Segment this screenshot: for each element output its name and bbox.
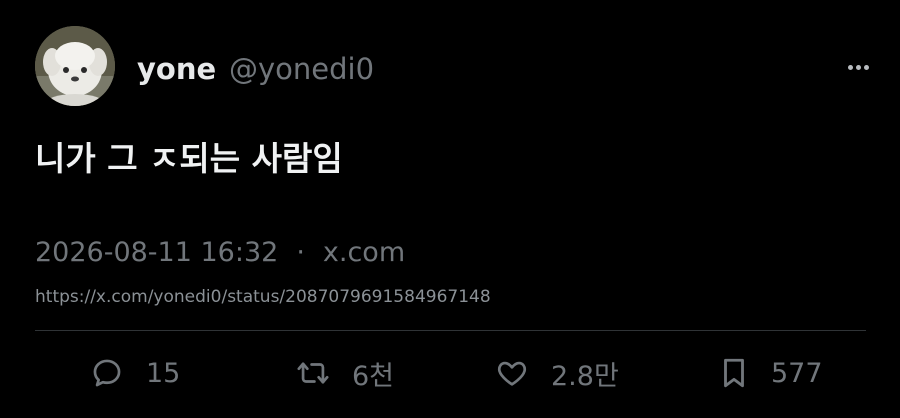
- reply-icon: [93, 359, 121, 387]
- retweet-button[interactable]: 6천: [296, 352, 394, 394]
- meta-separator: ·: [296, 237, 305, 268]
- retweet-icon: [297, 362, 329, 384]
- author-name[interactable]: yone: [137, 49, 216, 89]
- retweet-count: 6천: [352, 360, 395, 392]
- heart-icon: [497, 361, 527, 386]
- like-count: 2.8만: [551, 360, 619, 392]
- tweet-meta: 2026-08-11 16:32 · x.com: [35, 233, 405, 273]
- like-button[interactable]: 2.8만: [495, 352, 619, 394]
- bookmark-count: 577: [771, 357, 823, 389]
- more-dot: [863, 64, 869, 70]
- more-options-icon[interactable]: [843, 56, 873, 78]
- tweet-text: 니가 그 ㅈ되는 사람임: [35, 139, 343, 178]
- more-dot: [847, 64, 853, 70]
- timestamp[interactable]: 2026-08-11 16:32: [35, 233, 278, 273]
- reply-count: 15: [146, 357, 181, 389]
- author-handle[interactable]: @yonedi0: [229, 49, 374, 89]
- bookmark-icon: [724, 358, 744, 388]
- reply-button[interactable]: 15: [90, 352, 180, 394]
- bookmark-button[interactable]: 577: [719, 352, 823, 394]
- source-link[interactable]: x.com: [323, 233, 405, 273]
- avatar-image: [35, 26, 115, 106]
- divider: [35, 330, 866, 331]
- avatar[interactable]: [35, 26, 115, 106]
- tweet-card: yone @yonedi0 니가 그 ㅈ되는 사람임 2026-08-11 16…: [0, 0, 900, 418]
- tweet-url[interactable]: https://x.com/yonedi0/status/20870796915…: [35, 284, 491, 310]
- more-dot: [855, 64, 861, 70]
